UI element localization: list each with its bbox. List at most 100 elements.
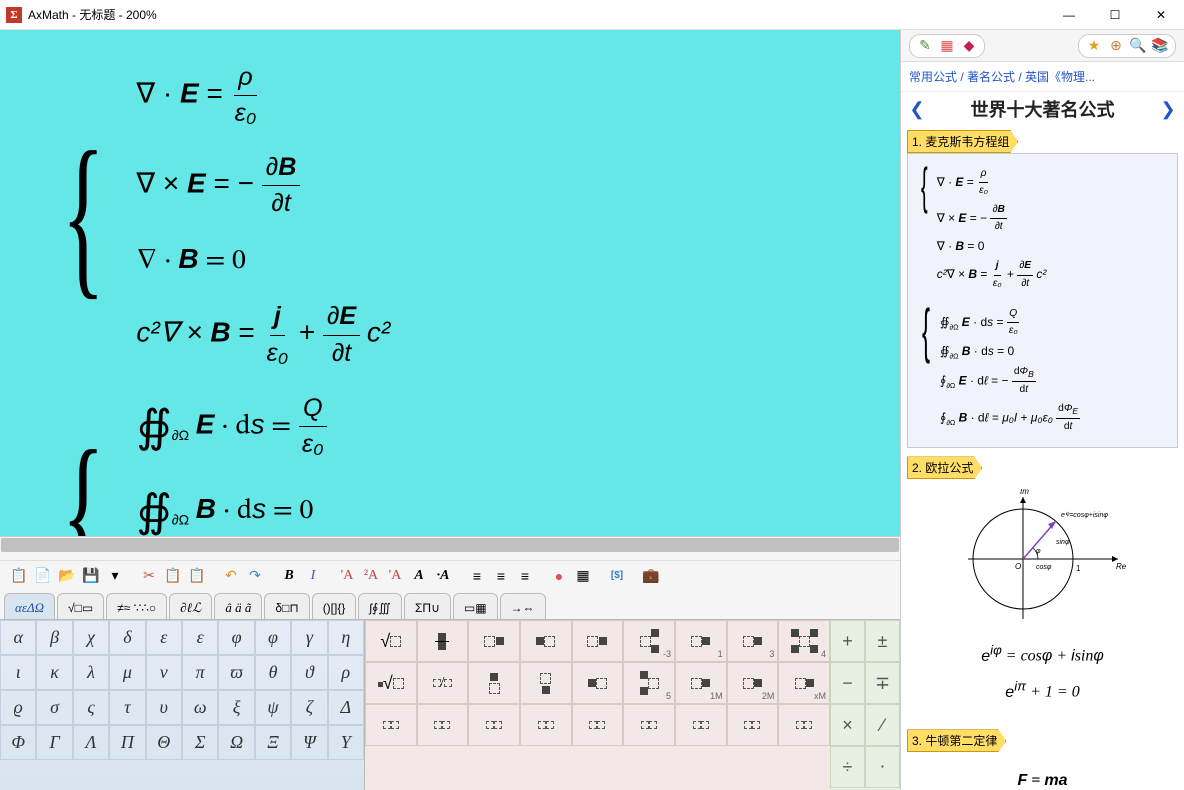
greek-π[interactable]: π	[182, 655, 218, 690]
op-±[interactable]: ±	[865, 620, 900, 662]
op-⋅[interactable]: ⋅	[865, 746, 900, 788]
struct-cell[interactable]: -3	[623, 620, 675, 662]
font-a3[interactable]: 'A	[384, 565, 406, 587]
greek-κ[interactable]: κ	[36, 655, 72, 690]
greek-Γ[interactable]: Γ	[36, 725, 72, 760]
align-center[interactable]: ≡	[490, 565, 512, 587]
greek-λ[interactable]: λ	[73, 655, 109, 690]
new-button[interactable]: 📋	[8, 565, 30, 587]
struct-cell[interactable]: 1	[675, 620, 727, 662]
greek-δ[interactable]: δ	[109, 620, 145, 655]
struct-cell[interactable]	[520, 662, 572, 704]
greek-υ[interactable]: υ	[146, 690, 182, 725]
greek-ϱ[interactable]: ϱ	[0, 690, 36, 725]
sidebar-star-icon[interactable]: ★	[1083, 37, 1105, 55]
greek-Π[interactable]: Π	[109, 725, 145, 760]
maxwell-eq1[interactable]: ∇ · E = ρε₀	[136, 60, 390, 132]
save-button[interactable]: 💾	[80, 565, 102, 587]
greek-φ[interactable]: φ	[255, 620, 291, 655]
op-∕[interactable]: ∕	[865, 704, 900, 746]
align-left[interactable]: ≡	[466, 565, 488, 587]
greek-Ξ[interactable]: Ξ	[255, 725, 291, 760]
maxwell-eq2[interactable]: ∇ × E = − ∂B∂t	[136, 150, 390, 222]
struct-cell[interactable]: 2M	[727, 662, 779, 704]
struct-cell[interactable]	[623, 704, 675, 746]
struct-cell[interactable]: 1M	[675, 662, 727, 704]
bold-button[interactable]: B	[278, 565, 300, 587]
op-+[interactable]: +	[830, 620, 865, 662]
tab-greek[interactable]: αεΔΩ	[4, 593, 55, 619]
latex-button[interactable]: [$]	[606, 565, 628, 587]
struct-cell[interactable]	[468, 662, 520, 704]
struct-cell[interactable]: 3	[727, 620, 779, 662]
struct-cell[interactable]	[727, 704, 779, 746]
greek-ε[interactable]: ε	[182, 620, 218, 655]
greek-θ[interactable]: θ	[255, 655, 291, 690]
greek-β[interactable]: β	[36, 620, 72, 655]
struct-cell[interactable]	[572, 704, 624, 746]
tab-matrix[interactable]: ▭▦	[453, 593, 498, 619]
sidebar-book-icon[interactable]: 📚	[1149, 37, 1171, 55]
breadcrumb[interactable]: 常用公式 / 著名公式 / 英国《物理...	[901, 62, 1184, 92]
sidebar-pin-icon[interactable]: ◆	[958, 37, 980, 55]
greek-ι[interactable]: ι	[0, 655, 36, 690]
tab-integral[interactable]: ʃ∮∭	[358, 593, 402, 619]
op-÷[interactable]: ÷	[830, 746, 865, 788]
greek-Σ[interactable]: Σ	[182, 725, 218, 760]
redo-button[interactable]: ↷	[244, 565, 266, 587]
greek-Δ[interactable]: Δ	[328, 690, 364, 725]
struct-cell[interactable]	[778, 704, 830, 746]
tab-sum[interactable]: ΣΠ∪	[404, 593, 451, 619]
font-a4[interactable]: A	[408, 565, 430, 587]
struct-cell[interactable]: /	[417, 662, 469, 704]
greek-ε[interactable]: ε	[146, 620, 182, 655]
struct-cell[interactable]	[572, 662, 624, 704]
close-button[interactable]: ✕	[1138, 0, 1184, 30]
struct-cell[interactable]	[520, 620, 572, 662]
struct-cell[interactable]	[417, 620, 469, 662]
struct-cell[interactable]	[365, 704, 417, 746]
greek-ν[interactable]: ν	[146, 655, 182, 690]
section1-body[interactable]: { ∇ · E = ρε₀ ∇ × E = − ∂B∂t ∇ · B = 0 c…	[907, 153, 1178, 448]
tab-arrow[interactable]: →⇔	[500, 593, 546, 619]
greek-χ[interactable]: χ	[73, 620, 109, 655]
new2-button[interactable]: 📄	[32, 565, 54, 587]
greek-α[interactable]: α	[0, 620, 36, 655]
greek-ψ[interactable]: ψ	[255, 690, 291, 725]
case-button[interactable]: 💼	[640, 565, 662, 587]
maxwell-eq3[interactable]: ∇ · B = 0	[136, 239, 390, 281]
color-grid[interactable]: ▦	[572, 565, 594, 587]
struct-cell[interactable]	[520, 704, 572, 746]
nav-next[interactable]: ❯	[1158, 96, 1178, 122]
horizontal-scrollbar[interactable]	[0, 536, 900, 552]
struct-cell[interactable]: √	[365, 662, 417, 704]
greek-Υ[interactable]: Υ	[328, 725, 364, 760]
sidebar-content[interactable]: 1. 麦克斯韦方程组 { ∇ · E = ρε₀ ∇ × E = − ∂B∂t …	[901, 126, 1184, 790]
section3-body[interactable]: F = ma	[907, 752, 1178, 790]
greek-τ[interactable]: τ	[109, 690, 145, 725]
font-a5[interactable]: ·A	[432, 565, 454, 587]
tab-accent[interactable]: â ä ã	[214, 593, 262, 619]
struct-cell[interactable]: 5	[623, 662, 675, 704]
maximize-button[interactable]: ☐	[1092, 0, 1138, 30]
greek-η[interactable]: η	[328, 620, 364, 655]
color-picker[interactable]: ●	[548, 565, 570, 587]
greek-ζ[interactable]: ζ	[291, 690, 327, 725]
greek-Ψ[interactable]: Ψ	[291, 725, 327, 760]
save-dropdown[interactable]: ▾	[104, 565, 126, 587]
greek-ϑ[interactable]: ϑ	[291, 655, 327, 690]
font-a1[interactable]: 'A	[336, 565, 358, 587]
greek-ξ[interactable]: ξ	[218, 690, 254, 725]
sidebar-clock-icon[interactable]: ⊕	[1105, 37, 1127, 55]
greek-Φ[interactable]: Φ	[0, 725, 36, 760]
section2-body[interactable]: Im Re O 1 cosφ sinφ φ eⁱᵠ=cosφ+isinφ eiφ…	[907, 479, 1178, 721]
align-right[interactable]: ≡	[514, 565, 536, 587]
greek-γ[interactable]: γ	[291, 620, 327, 655]
greek-Θ[interactable]: Θ	[146, 725, 182, 760]
greek-ω[interactable]: ω	[182, 690, 218, 725]
struct-cell[interactable]	[675, 704, 727, 746]
sidebar-edit-icon[interactable]: ✎	[914, 37, 936, 55]
maxwell-int1[interactable]: ∯∂Ω E · ds = Qε₀	[136, 391, 364, 463]
struct-cell[interactable]: √	[365, 620, 417, 662]
struct-cell[interactable]	[468, 620, 520, 662]
